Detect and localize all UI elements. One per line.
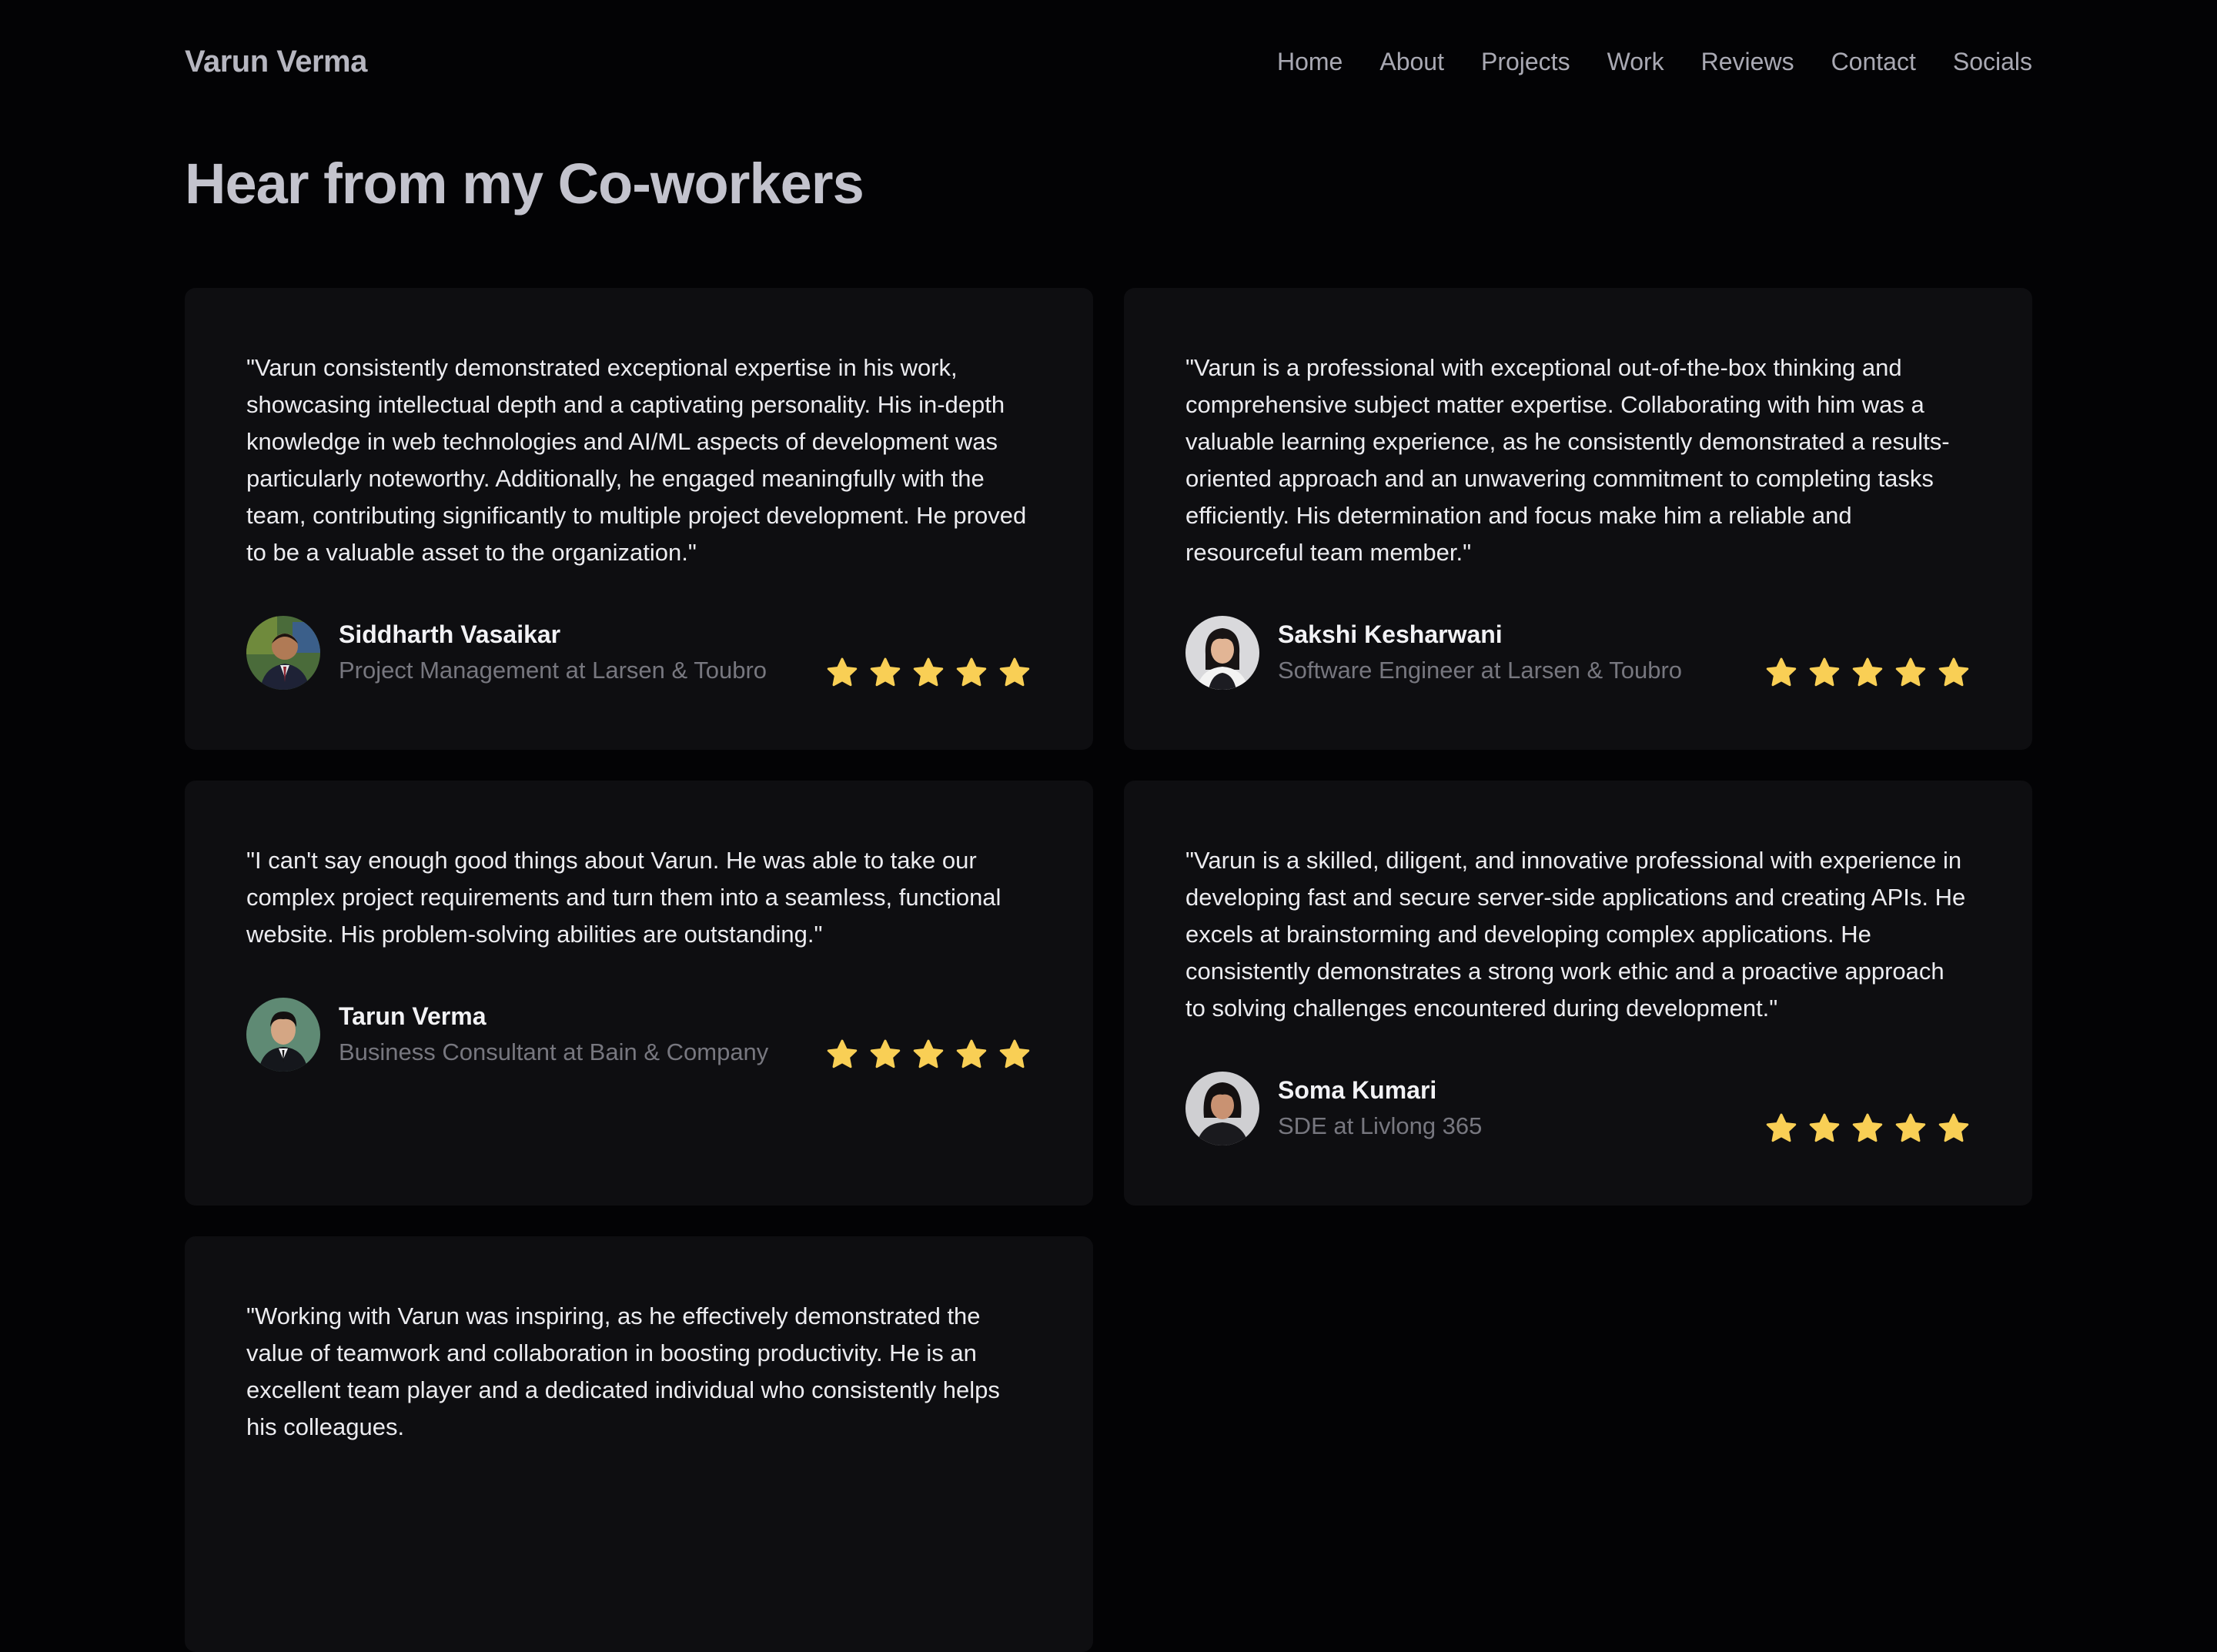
- star-icon: [1766, 1113, 1797, 1142]
- review-quote: "Varun consistently demonstrated excepti…: [246, 354, 1027, 566]
- star-icon: [827, 1039, 858, 1068]
- main-nav: Home About Projects Work Reviews Contact…: [1240, 48, 2032, 76]
- nav-link-projects[interactable]: Projects: [1481, 48, 1570, 76]
- nav-link-home[interactable]: Home: [1277, 48, 1343, 76]
- star-icon: [1852, 657, 1883, 687]
- star-icon: [1809, 657, 1840, 687]
- review-card: "Varun consistently demonstrated excepti…: [185, 288, 1093, 750]
- star-icon: [956, 657, 987, 687]
- avatar: [1185, 1072, 1259, 1145]
- brand-name[interactable]: Varun Verma: [185, 45, 367, 79]
- reviewer-role: Business Consultant at Bain & Company: [339, 1038, 769, 1065]
- rating-stars: [1755, 656, 1971, 690]
- rating-stars: [1755, 1112, 1971, 1145]
- reviewer-role: Software Engineer at Larsen & Toubro: [1278, 657, 1683, 684]
- avatar: [246, 998, 320, 1072]
- star-icon: [913, 1039, 944, 1068]
- review-card: "Varun is a professional with exceptiona…: [1124, 288, 2032, 750]
- reviewer-info: Siddharth Vasaikar Project Management at…: [339, 617, 816, 689]
- star-icon: [1766, 657, 1797, 687]
- reviewer-name: Siddharth Vasaikar: [339, 620, 561, 648]
- star-icon: [1852, 1113, 1883, 1142]
- review-quote: "Working with Varun was inspiring, as he…: [246, 1303, 1000, 1440]
- star-icon: [1938, 657, 1969, 687]
- star-icon: [1938, 1113, 1969, 1142]
- reviews-grid: "Varun consistently demonstrated excepti…: [185, 288, 2032, 1652]
- star-icon: [1895, 1113, 1926, 1142]
- rating-stars: [816, 656, 1032, 690]
- review-card: "Working with Varun was inspiring, as he…: [185, 1236, 1093, 1652]
- star-icon: [999, 657, 1030, 687]
- star-icon: [1809, 1113, 1840, 1142]
- reviewer-name: Soma Kumari: [1278, 1076, 1437, 1104]
- reviewer-name: Tarun Verma: [339, 1002, 487, 1030]
- avatar: [1185, 616, 1259, 690]
- review-quote: "Varun is a professional with exceptiona…: [1185, 354, 1950, 566]
- review-card: "I can't say enough good things about Va…: [185, 781, 1093, 1206]
- star-icon: [870, 657, 901, 687]
- nav-link-contact[interactable]: Contact: [1831, 48, 1916, 76]
- reviewer-info: Tarun Verma Business Consultant at Bain …: [339, 998, 816, 1071]
- star-icon: [913, 657, 944, 687]
- reviewer-role: SDE at Livlong 365: [1278, 1112, 1483, 1139]
- reviewer-role: Project Management at Larsen & Toubro: [339, 657, 767, 684]
- review-card: "Varun is a skilled, diligent, and innov…: [1124, 781, 2032, 1206]
- page-title: Hear from my Co-workers: [185, 152, 864, 216]
- review-quote: "Varun is a skilled, diligent, and innov…: [1185, 847, 1966, 1022]
- top-navbar: Varun Verma Home About Projects Work Rev…: [185, 0, 2032, 123]
- review-author: Siddharth Vasaikar Project Management at…: [246, 616, 1032, 690]
- review-author: Soma Kumari SDE at Livlong 365: [1185, 1072, 1971, 1145]
- nav-link-reviews[interactable]: Reviews: [1701, 48, 1794, 76]
- review-quote: "I can't say enough good things about Va…: [246, 847, 1001, 948]
- reviewer-name: Sakshi Kesharwani: [1278, 620, 1503, 648]
- nav-link-about[interactable]: About: [1379, 48, 1444, 76]
- review-author: Sakshi Kesharwani Software Engineer at L…: [1185, 616, 1971, 690]
- review-author: Tarun Verma Business Consultant at Bain …: [246, 998, 1032, 1072]
- star-icon: [827, 657, 858, 687]
- star-icon: [956, 1039, 987, 1068]
- nav-link-work[interactable]: Work: [1607, 48, 1664, 76]
- reviewer-info: Soma Kumari SDE at Livlong 365: [1278, 1072, 1755, 1145]
- avatar: [246, 616, 320, 690]
- rating-stars: [816, 1038, 1032, 1072]
- reviewer-info: Sakshi Kesharwani Software Engineer at L…: [1278, 617, 1755, 689]
- star-icon: [870, 1039, 901, 1068]
- star-icon: [1895, 657, 1926, 687]
- nav-link-socials[interactable]: Socials: [1953, 48, 2032, 76]
- star-icon: [999, 1039, 1030, 1068]
